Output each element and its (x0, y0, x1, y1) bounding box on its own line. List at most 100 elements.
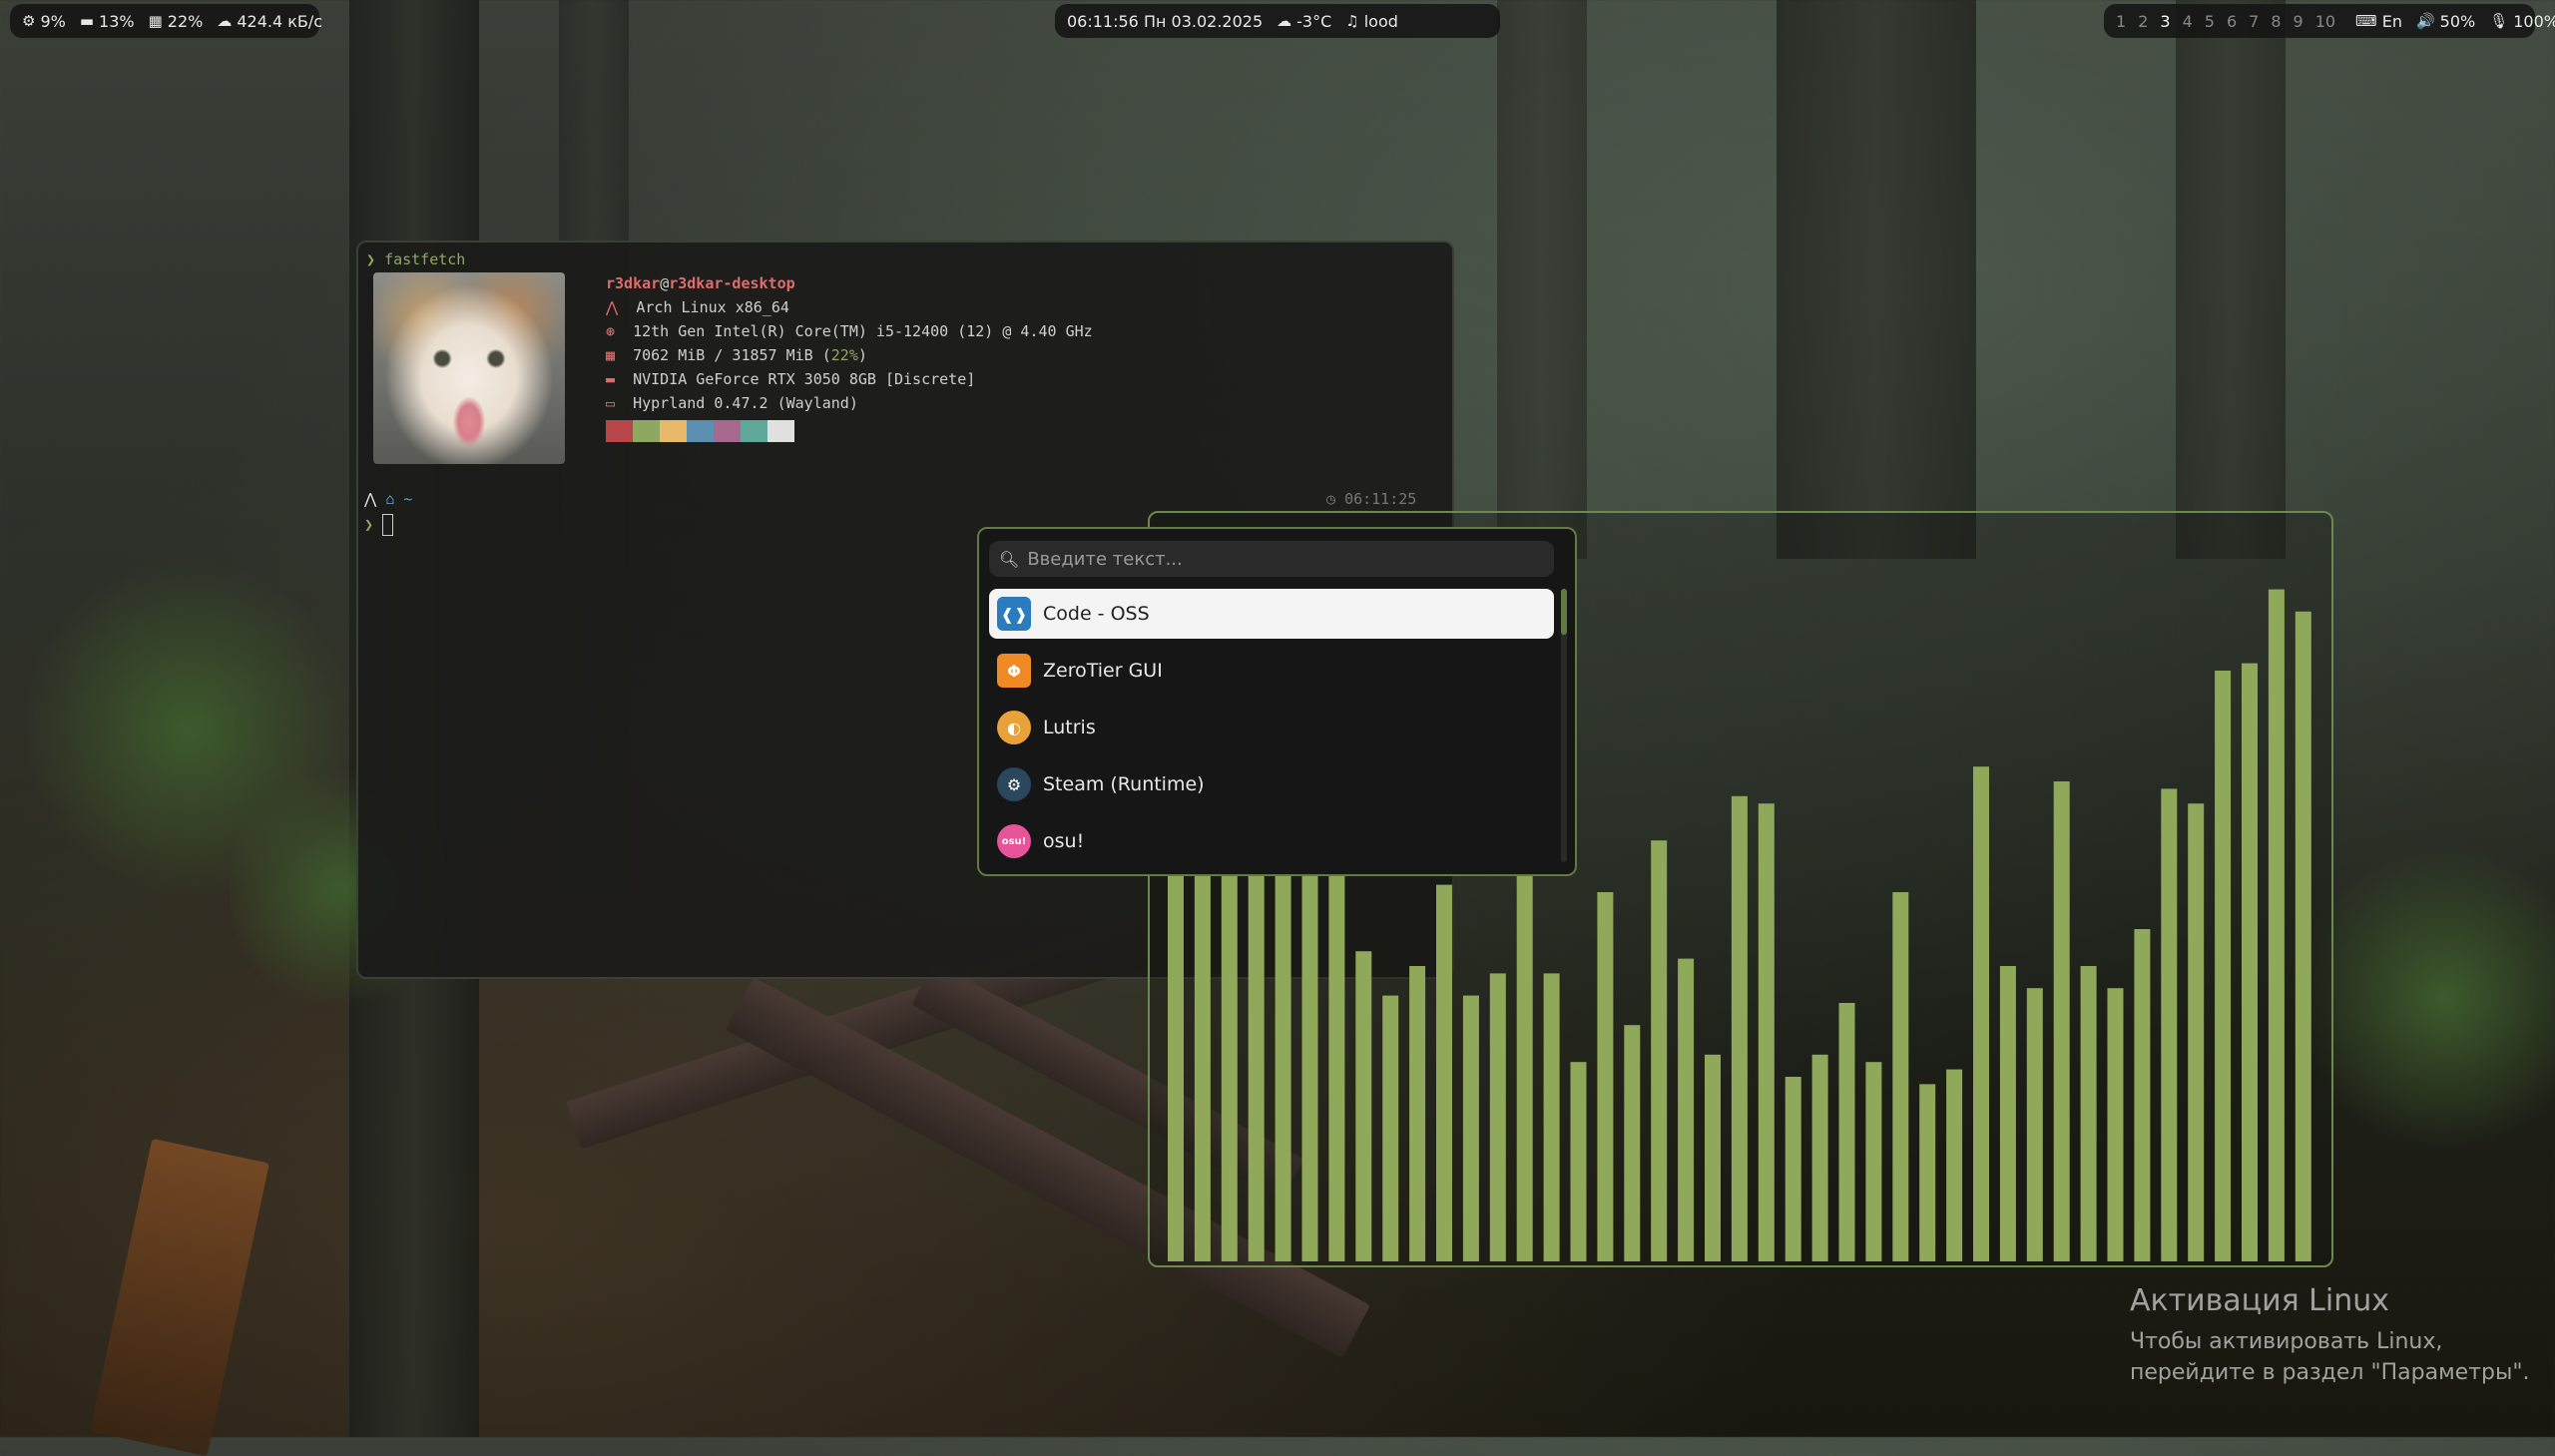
launcher-item-label: Steam (Runtime) (1043, 773, 1205, 795)
launcher-item-label: Code - OSS (1043, 603, 1150, 625)
network-speed[interactable]: ☁ 424.4 кБ/с (217, 12, 322, 31)
microphone[interactable]: 🎙 100% (2489, 12, 2555, 31)
launcher-item[interactable]: ◐ Lutris (989, 703, 1554, 752)
visualizer-bar (1462, 995, 1479, 1261)
visualizer-bar (2215, 671, 2232, 1261)
visualizer-bar (2242, 663, 2258, 1261)
window-icon: ▭ (606, 394, 616, 412)
gpu-icon: ▬ (79, 12, 95, 30)
visualizer-bar (1973, 766, 1989, 1261)
text-cursor (382, 514, 394, 536)
launcher-item-label: Lutris (1043, 717, 1096, 738)
steam-icon: ⚙ (997, 767, 1031, 801)
launcher-item[interactable]: ⚙ Steam (Runtime) (989, 759, 1554, 809)
visualizer-bar (2268, 589, 2285, 1261)
scrollbar-thumb[interactable] (1561, 589, 1567, 635)
clock-icon: ◷ (1326, 490, 1336, 508)
visualizer-bar (2134, 929, 2151, 1261)
home-icon: ⌂ (385, 490, 395, 508)
weather[interactable]: ☁ -3°C (1277, 12, 1331, 31)
workspace-3[interactable]: 3 (2160, 12, 2170, 31)
gpu-info: ▬ NVIDIA GeForce RTX 3050 8GB [Discrete] (606, 370, 976, 388)
workspaces: 1 2 3 4 5 6 7 8 9 10 (2110, 12, 2341, 31)
launcher-item[interactable]: Φ ZeroTier GUI (989, 646, 1554, 696)
launcher-item[interactable]: osu! osu! (989, 816, 1554, 866)
workspace-2[interactable]: 2 (2138, 12, 2148, 31)
visualizer-bar (1355, 951, 1372, 1261)
visualizer-bar (1919, 1084, 1936, 1261)
visualizer-bar (1597, 892, 1614, 1261)
visualizer-bar (2295, 611, 2311, 1261)
vscode-icon: ❰❱ (997, 597, 1031, 631)
palette-swatch (741, 420, 767, 442)
visualizer-bar (2080, 966, 2097, 1261)
launcher-item[interactable]: ❰❱ Code - OSS (989, 589, 1554, 639)
visualizer-bar (1892, 892, 1909, 1261)
workspace-6[interactable]: 6 (2227, 12, 2237, 31)
wallpaper-log (90, 1138, 269, 1456)
topbar-system-stats: ⚙ 9% ▬ 13% ▦ 22% ☁ 424.4 кБ/с (10, 4, 322, 38)
palette-swatch (660, 420, 687, 442)
prompt-input[interactable]: ❯ (364, 514, 394, 536)
workspace-4[interactable]: 4 (2183, 12, 2193, 31)
workspace-1[interactable]: 1 (2116, 12, 2126, 31)
wm-info: ▭ Hyprland 0.47.2 (Wayland) (606, 394, 858, 412)
search-input[interactable] (1025, 547, 1549, 571)
os-info: ⋀ Arch Linux x86_64 (606, 298, 789, 316)
visualizer-bar (1838, 1003, 1855, 1261)
zerotier-icon: Φ (997, 654, 1031, 688)
launcher-item-label: ZeroTier GUI (1043, 660, 1163, 682)
workspace-5[interactable]: 5 (2205, 12, 2215, 31)
visualizer-bar (2161, 788, 2178, 1261)
visualizer-bar (1705, 1054, 1721, 1261)
visualizer-bar (2026, 988, 2043, 1261)
palette-swatch (714, 420, 741, 442)
music-note-icon: ♫ (1345, 12, 1359, 30)
visualizer-bar (1865, 1062, 1882, 1261)
visualizer-bar (1436, 884, 1452, 1261)
visualizer-bar (1946, 1069, 1963, 1261)
wallpaper-tree (1497, 0, 1587, 559)
keyboard-layout[interactable]: ⌨ En (2355, 12, 2402, 31)
palette-swatch (767, 420, 794, 442)
visualizer-bar (1999, 966, 2016, 1261)
workspace-9[interactable]: 9 (2294, 12, 2303, 31)
clock[interactable]: 06:11:56 Пн 03.02.2025 (1067, 12, 1263, 31)
search-box[interactable]: 🔍︎ (989, 541, 1554, 577)
workspace-7[interactable]: 7 (2249, 12, 2259, 31)
media-player[interactable]: ♫ lood (1345, 12, 1398, 31)
lutris-icon: ◐ (997, 711, 1031, 744)
arch-icon: ⋀ (364, 490, 377, 508)
cat-logo-image (373, 272, 565, 464)
activation-watermark: Активация Linux Чтобы активировать Linux… (2130, 1283, 2530, 1385)
app-launcher[interactable]: 🔍︎ ❰❱ Code - OSS Φ ZeroTier GUI ◐ Lutris ⚙ Stea… (977, 527, 1577, 876)
prompt-time: ◷ 06:11:25 (1326, 490, 1417, 508)
scrollbar[interactable] (1561, 589, 1567, 862)
visualizer-bar (2188, 803, 2205, 1261)
wallpaper-tree (2176, 0, 2286, 559)
workspace-8[interactable]: 8 (2271, 12, 2281, 31)
visualizer-bar (1409, 966, 1426, 1261)
visualizer-bar (2107, 988, 2124, 1261)
workspace-10[interactable]: 10 (2315, 12, 2335, 31)
volume[interactable]: 🔊 50% (2416, 12, 2475, 31)
topbar-right: 1 2 3 4 5 6 7 8 9 10 ⌨ En 🔊 50% 🎙 100% (2104, 4, 2555, 38)
gpu-usage[interactable]: ▬ 13% (80, 12, 135, 31)
cloud-upload-icon: ☁ (217, 12, 233, 30)
user-host: r3dkar@r3dkar-desktop (606, 274, 795, 292)
color-palette (606, 420, 794, 442)
visualizer-bar (1811, 1054, 1828, 1261)
speaker-icon: 🔊 (2415, 12, 2435, 30)
cpu-icon: ⚙ (22, 12, 36, 30)
visualizer-bar (1731, 795, 1748, 1261)
visualizer-bar (2053, 781, 2070, 1261)
palette-swatch (687, 420, 714, 442)
memory-usage[interactable]: ▦ 22% (149, 12, 204, 31)
visualizer-bar (1570, 1062, 1587, 1261)
palette-swatch (633, 420, 660, 442)
search-icon: 🔍︎ (999, 549, 1020, 569)
cpu-usage[interactable]: ⚙ 9% (22, 12, 66, 31)
keyboard-icon: ⌨ (2355, 12, 2377, 30)
microphone-icon: 🎙 (2489, 12, 2509, 30)
cpu-info: ⊛ 12th Gen Intel(R) Core(TM) i5-12400 (1… (606, 322, 1093, 340)
